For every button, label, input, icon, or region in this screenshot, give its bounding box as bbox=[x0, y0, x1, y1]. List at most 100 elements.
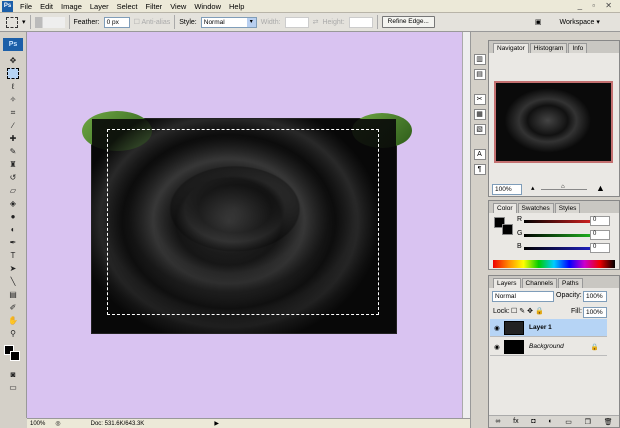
tab-paths[interactable]: Paths bbox=[557, 278, 583, 288]
feather-input[interactable]: 0 px bbox=[103, 16, 130, 28]
fx-icon[interactable]: fx bbox=[513, 418, 518, 425]
paragraph-icon[interactable]: ¶ bbox=[473, 164, 486, 175]
new-group-icon[interactable]: ▭ bbox=[565, 418, 572, 426]
layer-row-background[interactable]: ◉ Background 🔒 bbox=[490, 338, 607, 356]
ps-logo: Ps bbox=[3, 38, 23, 51]
zoom-out-icon[interactable]: ▴ bbox=[531, 184, 535, 192]
refine-edge-button[interactable]: Refine Edge... bbox=[381, 16, 435, 28]
link-layers-icon[interactable]: ∞ bbox=[495, 418, 500, 425]
style-select[interactable]: Normal ▾ bbox=[200, 16, 257, 28]
status-menu-arrow-icon[interactable]: ▶ bbox=[214, 420, 219, 427]
selection-mode-icons[interactable] bbox=[34, 16, 65, 28]
layer-comps-icon[interactable]: ✂ bbox=[473, 94, 486, 105]
layer-name[interactable]: Background bbox=[529, 343, 591, 350]
history-icon[interactable]: ▦ bbox=[473, 109, 486, 120]
zoom-in-icon[interactable]: ▲ bbox=[596, 183, 605, 193]
width-input[interactable] bbox=[284, 16, 309, 28]
eraser-tool-icon[interactable]: ▱ bbox=[7, 185, 19, 196]
screen-mode-icon[interactable]: ▭ bbox=[7, 382, 19, 393]
tool-presets-icon[interactable]: ▤ bbox=[473, 69, 486, 80]
r-slider[interactable] bbox=[524, 220, 592, 223]
line-tool-icon[interactable]: ╲ bbox=[7, 276, 19, 287]
window-controls[interactable]: _ ▫ ✕ bbox=[578, 1, 616, 10]
marquee-tool-icon[interactable] bbox=[7, 68, 19, 79]
quick-mask-icon[interactable]: ◙ bbox=[7, 369, 19, 380]
tab-histogram[interactable]: Histogram bbox=[529, 43, 568, 53]
crop-tool-icon[interactable]: ⌗ bbox=[7, 107, 19, 118]
background-color[interactable] bbox=[502, 224, 513, 235]
hand-tool-icon[interactable]: ✋ bbox=[7, 315, 19, 326]
eye-icon[interactable]: ◉ bbox=[490, 343, 504, 351]
menu-window[interactable]: Window bbox=[190, 2, 225, 11]
b-slider[interactable] bbox=[524, 247, 592, 250]
brush-tool-icon[interactable]: ✎ bbox=[7, 146, 19, 157]
background-color[interactable] bbox=[10, 351, 20, 361]
type-tool-icon[interactable]: T bbox=[7, 250, 19, 261]
tab-swatches[interactable]: Swatches bbox=[517, 203, 554, 213]
tab-channels[interactable]: Channels bbox=[521, 278, 557, 288]
adjustment-layer-icon[interactable]: ◐ bbox=[548, 418, 552, 425]
info-icon[interactable]: ◎ bbox=[55, 420, 60, 427]
workspace-button[interactable]: Workspace ▾ bbox=[559, 18, 599, 26]
actions-icon[interactable]: ▧ bbox=[473, 124, 486, 135]
tab-layers[interactable]: Layers bbox=[493, 278, 521, 288]
menu-image[interactable]: Image bbox=[57, 2, 86, 11]
dodge-tool-icon[interactable]: ◐ bbox=[7, 224, 19, 235]
add-mask-icon[interactable]: ◘ bbox=[531, 418, 535, 425]
dropdown-arrow-icon[interactable]: ▾ bbox=[22, 18, 26, 26]
paint-bucket-icon[interactable]: ◈ bbox=[7, 198, 19, 209]
healing-brush-icon[interactable]: ✚ bbox=[7, 133, 19, 144]
height-input[interactable] bbox=[348, 16, 373, 28]
tab-info[interactable]: Info bbox=[568, 43, 588, 53]
r-value[interactable]: 0 bbox=[590, 216, 610, 226]
tab-navigator[interactable]: Navigator bbox=[493, 43, 529, 53]
bridge-icon[interactable]: ▣ bbox=[535, 18, 542, 26]
move-tool-icon[interactable]: ✥ bbox=[7, 55, 19, 66]
tab-styles[interactable]: Styles bbox=[554, 203, 581, 213]
zoom-level[interactable]: 100% bbox=[30, 421, 45, 427]
marquee-preset-icon[interactable] bbox=[6, 16, 18, 28]
g-slider[interactable] bbox=[524, 234, 592, 237]
zoom-tool-icon[interactable]: ⚲ bbox=[7, 328, 19, 339]
menu-file[interactable]: File bbox=[16, 2, 36, 11]
vertical-scrollbar[interactable] bbox=[462, 32, 470, 418]
g-value[interactable]: 0 bbox=[590, 230, 610, 240]
zoom-slider-thumb[interactable]: ⌂ bbox=[561, 184, 565, 190]
lock-icons[interactable]: ☐✎✥🔒 bbox=[511, 307, 546, 315]
new-layer-icon[interactable]: ❐ bbox=[585, 418, 591, 426]
magic-wand-icon[interactable]: ✧ bbox=[7, 94, 19, 105]
blur-tool-icon[interactable]: ● bbox=[7, 211, 19, 222]
blend-mode-select[interactable]: Normal bbox=[492, 291, 554, 302]
swap-icon[interactable]: ⇄ bbox=[313, 18, 319, 26]
character-icon[interactable]: A bbox=[473, 149, 486, 160]
eye-icon[interactable]: ◉ bbox=[490, 324, 504, 332]
menu-help[interactable]: Help bbox=[225, 2, 248, 11]
history-brush-icon[interactable]: ↺ bbox=[7, 172, 19, 183]
path-selection-icon[interactable]: ➤ bbox=[7, 263, 19, 274]
navigator-zoom-input[interactable]: 100% bbox=[492, 184, 522, 195]
color-swatches[interactable] bbox=[0, 345, 26, 367]
menu-select[interactable]: Select bbox=[113, 2, 142, 11]
menu-layer[interactable]: Layer bbox=[86, 2, 113, 11]
clone-stamp-icon[interactable]: ♜ bbox=[7, 159, 19, 170]
layer-name[interactable]: Layer 1 bbox=[529, 324, 552, 331]
b-value[interactable]: 0 bbox=[590, 243, 610, 253]
menu-view[interactable]: View bbox=[166, 2, 190, 11]
brushes-icon[interactable]: ▥ bbox=[473, 54, 486, 65]
lasso-tool-icon[interactable]: ℓ bbox=[7, 81, 19, 92]
pen-tool-icon[interactable]: ✒ bbox=[7, 237, 19, 248]
navigator-thumbnail[interactable] bbox=[494, 81, 613, 163]
antialias-checkbox[interactable]: ☐ Anti-alias bbox=[134, 18, 171, 26]
menu-filter[interactable]: Filter bbox=[142, 2, 167, 11]
color-ramp[interactable] bbox=[493, 260, 615, 268]
delete-layer-icon[interactable]: 🗑 bbox=[604, 418, 613, 426]
tab-color[interactable]: Color bbox=[493, 203, 517, 213]
notes-tool-icon[interactable]: ▤ bbox=[7, 289, 19, 300]
layer-row-layer-1[interactable]: ◉ Layer 1 bbox=[490, 319, 607, 337]
fill-input[interactable]: 100% bbox=[583, 307, 607, 318]
menu-edit[interactable]: Edit bbox=[36, 2, 57, 11]
slice-tool-icon[interactable]: ∕ bbox=[7, 120, 19, 131]
eyedropper-icon[interactable]: ✐ bbox=[7, 302, 19, 313]
opacity-input[interactable]: 100% bbox=[583, 291, 607, 302]
tools-panel: Ps ✥ ℓ ✧ ⌗ ∕ ✚ ✎ ♜ ↺ ▱ ◈ ● ◐ ✒ T ➤ ╲ ▤ ✐… bbox=[0, 32, 27, 418]
